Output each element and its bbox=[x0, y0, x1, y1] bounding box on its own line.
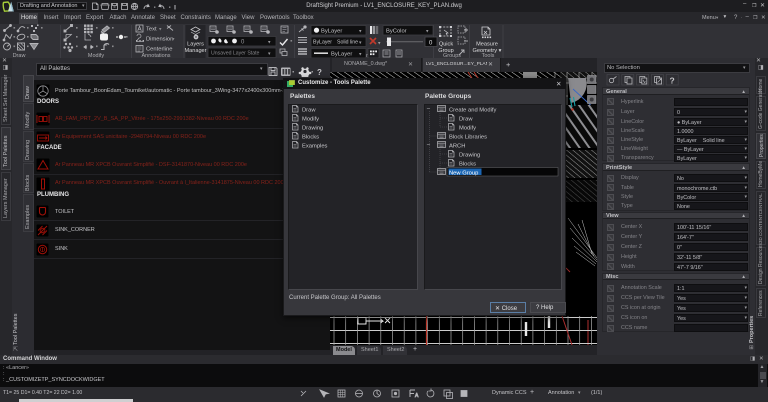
svg-text:New Group: New Group bbox=[449, 170, 478, 176]
svg-text:Examples: Examples bbox=[302, 143, 328, 149]
svg-text:Drawing: Drawing bbox=[302, 125, 323, 131]
svg-text:ByColor: ByColor bbox=[386, 29, 407, 35]
svg-text:ARCH: ARCH bbox=[449, 143, 465, 149]
svg-text:Draw: Draw bbox=[459, 116, 473, 122]
svg-text:Draw: Draw bbox=[302, 107, 316, 113]
svg-text:?: ? bbox=[317, 68, 322, 77]
svg-text:Layers: Layers bbox=[187, 42, 204, 48]
svg-text:A: A bbox=[415, 393, 419, 399]
svg-text:ByLayer: ByLayer bbox=[321, 29, 342, 35]
svg-text:−: − bbox=[427, 106, 431, 113]
svg-text:Text: Text bbox=[146, 27, 157, 33]
svg-text:Centerline: Centerline bbox=[146, 47, 172, 53]
svg-text:?: ? bbox=[670, 76, 675, 86]
svg-text:Group: Group bbox=[438, 48, 454, 54]
svg-text:Block Libraries: Block Libraries bbox=[449, 134, 487, 140]
svg-text:ByLayer: ByLayer bbox=[331, 52, 352, 58]
svg-text:Quick: Quick bbox=[439, 42, 454, 48]
svg-text:▾: ▾ bbox=[159, 27, 162, 33]
svg-text:−: − bbox=[427, 142, 431, 149]
svg-text:Blocks: Blocks bbox=[459, 161, 476, 167]
svg-text:Manager: Manager bbox=[184, 48, 206, 54]
svg-text:Unsaved Layer State: Unsaved Layer State bbox=[211, 51, 260, 57]
svg-text:Geometry ▾: Geometry ▾ bbox=[473, 48, 502, 54]
svg-text:Modify: Modify bbox=[302, 116, 319, 122]
svg-text:Drawing: Drawing bbox=[459, 152, 480, 158]
svg-text:ByLayer: ByLayer bbox=[313, 40, 332, 46]
svg-text:Measure: Measure bbox=[476, 42, 498, 48]
svg-text:Create and Modify: Create and Modify bbox=[449, 107, 496, 113]
svg-text:Solid line: Solid line bbox=[337, 40, 358, 46]
svg-text:▾: ▾ bbox=[172, 37, 175, 43]
svg-text:Dimension: Dimension bbox=[146, 37, 173, 43]
svg-text:Modify: Modify bbox=[459, 125, 476, 131]
svg-text:▾: ▾ bbox=[378, 41, 381, 47]
svg-text:Blocks: Blocks bbox=[302, 134, 319, 140]
